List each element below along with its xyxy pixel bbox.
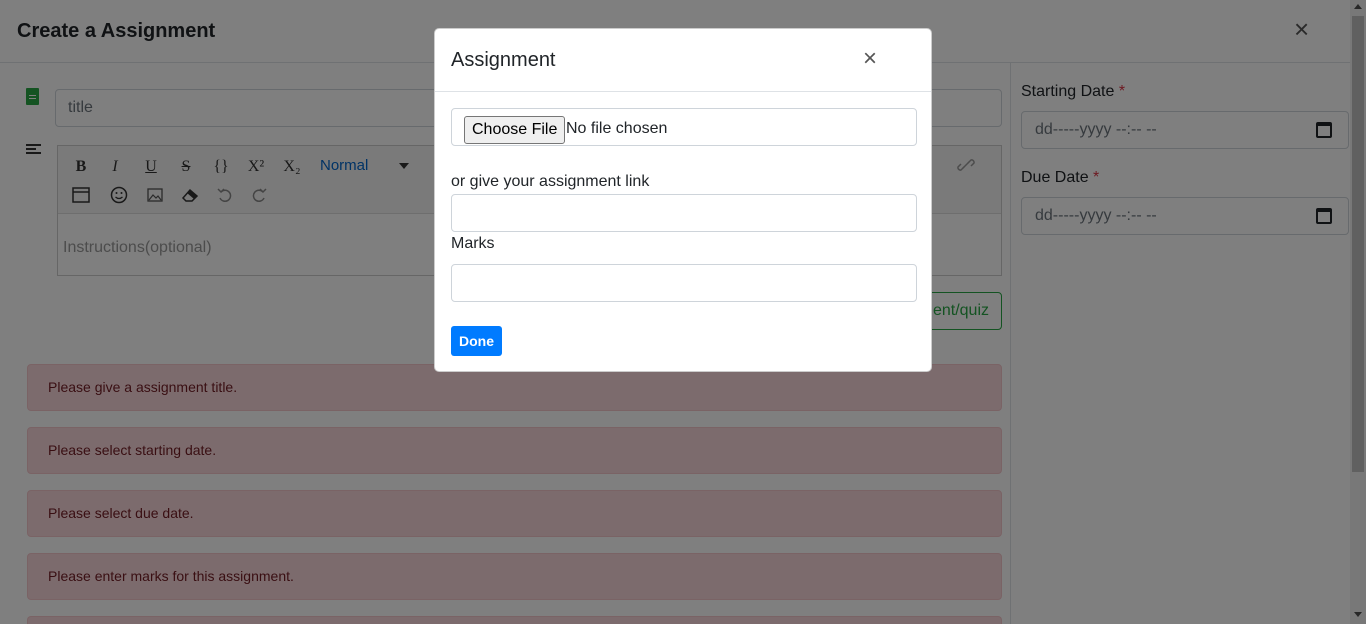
file-input[interactable]: Choose File No file chosen: [451, 108, 917, 146]
file-status: No file chosen: [566, 120, 668, 137]
marks-label: Marks: [451, 235, 495, 252]
close-icon[interactable]: ×: [863, 47, 877, 71]
assignment-modal: Assignment × Choose File No file chosen …: [434, 28, 932, 372]
modal-header: Assignment ×: [435, 29, 931, 92]
assignment-link-label: or give your assignment link: [451, 173, 650, 190]
marks-input[interactable]: [451, 264, 917, 302]
assignment-link-input[interactable]: [451, 194, 917, 232]
modal-title: Assignment: [451, 49, 556, 71]
done-button[interactable]: Done: [451, 326, 502, 356]
choose-file-button[interactable]: Choose File: [464, 116, 566, 144]
